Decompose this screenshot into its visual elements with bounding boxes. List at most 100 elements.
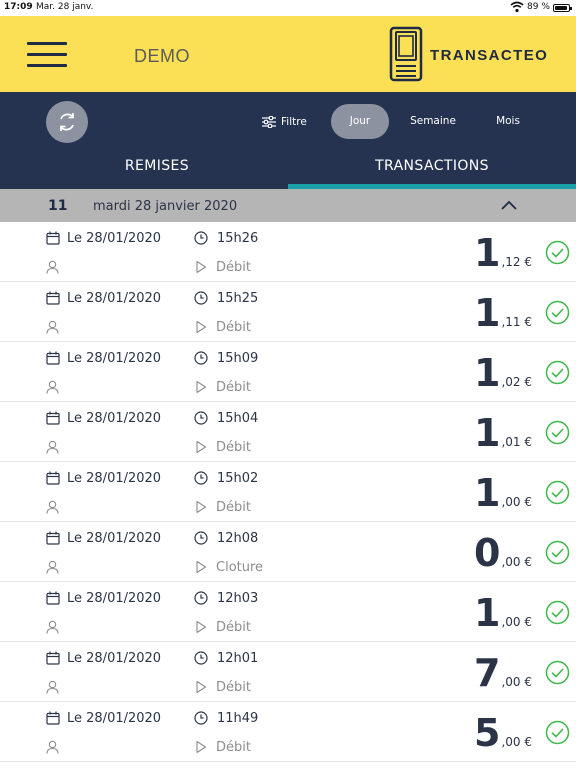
amount-integer: 1 (474, 231, 501, 275)
transaction-type: Cloture (216, 560, 264, 575)
filter-label: Filtre (281, 116, 307, 128)
refresh-button[interactable] (46, 101, 88, 143)
day-group-header[interactable]: 11 mardi 28 janvier 2020 (0, 189, 576, 222)
transaction-row[interactable]: Le 28/01/2020 15h26 Débit 1 ,12 € (0, 222, 576, 282)
play-icon (196, 620, 207, 634)
amount-decimals: ,11 € (501, 315, 532, 329)
clock-icon (194, 531, 208, 545)
status-bar: 17:09 Mar. 28 janv. 89 % (0, 0, 576, 16)
status-time: 17:09 (4, 2, 33, 12)
clock-icon (194, 591, 208, 605)
play-icon (196, 680, 207, 694)
transaction-type: Débit (216, 380, 251, 395)
transaction-time: 12h01 (217, 651, 259, 666)
clock-icon (194, 711, 208, 725)
amount-decimals: ,12 € (501, 255, 532, 269)
transaction-row[interactable]: Le 28/01/2020 15h04 Débit 1 ,01 € (0, 402, 576, 462)
transaction-time: 15h26 (217, 231, 259, 246)
amount-integer: 7 (474, 651, 501, 695)
amount-decimals: ,00 € (501, 555, 532, 569)
play-icon (196, 320, 207, 334)
amount-integer: 1 (474, 591, 501, 635)
play-icon (196, 560, 207, 574)
transaction-row[interactable]: Le 28/01/2020 12h01 Débit 7 ,00 € (0, 642, 576, 702)
transaction-date: Le 28/01/2020 (67, 291, 162, 306)
calendar-icon (46, 531, 60, 545)
period-day-button[interactable]: Jour (331, 104, 389, 139)
tab-remises[interactable]: REMISES (14, 158, 300, 189)
calendar-icon (46, 231, 60, 245)
period-month-button[interactable]: Mois (480, 104, 536, 139)
transaction-type: Débit (216, 440, 251, 455)
user-icon (46, 740, 59, 754)
transaction-time: 15h02 (217, 471, 259, 486)
amount-decimals: ,00 € (501, 615, 532, 629)
calendar-icon (46, 471, 60, 485)
brand-logo-text: TRANSACTEO (430, 47, 549, 64)
amount-decimals: ,00 € (501, 735, 532, 749)
clock-icon (194, 651, 208, 665)
transaction-row[interactable]: Le 28/01/2020 11h49 Débit 5 ,00 € (0, 702, 576, 762)
transaction-time: 12h08 (217, 531, 259, 546)
transaction-date: Le 28/01/2020 (67, 471, 162, 486)
period-week-button[interactable]: Semaine (404, 104, 462, 139)
transaction-type: Débit (216, 260, 251, 275)
menu-icon-line (27, 53, 67, 56)
user-icon (46, 620, 59, 634)
amount-integer: 5 (474, 711, 501, 755)
check-circle-icon (545, 300, 570, 325)
menu-button[interactable] (27, 42, 67, 67)
transaction-amount: 1 ,00 € (474, 592, 532, 634)
transaction-row[interactable]: Le 28/01/2020 15h25 Débit 1 ,11 € (0, 282, 576, 342)
play-icon (196, 740, 207, 754)
transactions-list: Le 28/01/2020 15h26 Débit 1 ,12 € Le 28/… (0, 222, 576, 762)
user-icon (46, 380, 59, 394)
transaction-date: Le 28/01/2020 (67, 651, 162, 666)
transaction-row[interactable]: Le 28/01/2020 15h02 Débit 1 ,00 € (0, 462, 576, 522)
clock-icon (194, 411, 208, 425)
day-date-label: mardi 28 janvier 2020 (93, 199, 238, 214)
menu-icon-line (27, 64, 67, 67)
amount-decimals: ,00 € (501, 675, 532, 689)
filter-button[interactable]: Filtre (262, 114, 307, 130)
user-icon (46, 440, 59, 454)
check-circle-icon (545, 240, 570, 265)
check-circle-icon (545, 600, 570, 625)
amount-integer: 1 (474, 411, 501, 455)
amount-integer: 1 (474, 351, 501, 395)
chevron-up-icon[interactable] (500, 199, 518, 211)
transaction-date: Le 28/01/2020 (67, 351, 162, 366)
transaction-type: Débit (216, 680, 251, 695)
amount-decimals: ,00 € (501, 495, 532, 509)
transaction-date: Le 28/01/2020 (67, 411, 162, 426)
menu-icon-line (27, 42, 67, 45)
clock-icon (194, 231, 208, 245)
transaction-row[interactable]: Le 28/01/2020 12h08 Cloture 0 ,00 € (0, 522, 576, 582)
transaction-amount: 1 ,00 € (474, 472, 532, 514)
battery-icon (553, 4, 572, 12)
transaction-row[interactable]: Le 28/01/2020 15h09 Débit 1 ,02 € (0, 342, 576, 402)
calendar-icon (46, 651, 60, 665)
clock-icon (194, 291, 208, 305)
transaction-amount: 0 ,00 € (474, 532, 532, 574)
merchant-name: DEMO (134, 46, 190, 66)
transaction-time: 15h25 (217, 291, 259, 306)
user-icon (46, 260, 59, 274)
transaction-amount: 1 ,02 € (474, 352, 532, 394)
transaction-date: Le 28/01/2020 (67, 531, 162, 546)
calendar-icon (46, 291, 60, 305)
sliders-icon (262, 116, 276, 128)
transaction-row[interactable]: Le 28/01/2020 12h03 Débit 1 ,00 € (0, 582, 576, 642)
user-icon (46, 560, 59, 574)
check-circle-icon (545, 480, 570, 505)
wifi-icon (510, 1, 524, 13)
amount-decimals: ,02 € (501, 375, 532, 389)
play-icon (196, 260, 207, 274)
transaction-amount: 5 ,00 € (474, 712, 532, 754)
refresh-icon (60, 113, 74, 131)
transaction-type: Débit (216, 500, 251, 515)
transaction-amount: 1 ,11 € (474, 292, 532, 334)
amount-integer: 0 (474, 531, 501, 575)
check-circle-icon (545, 420, 570, 445)
check-circle-icon (545, 360, 570, 385)
